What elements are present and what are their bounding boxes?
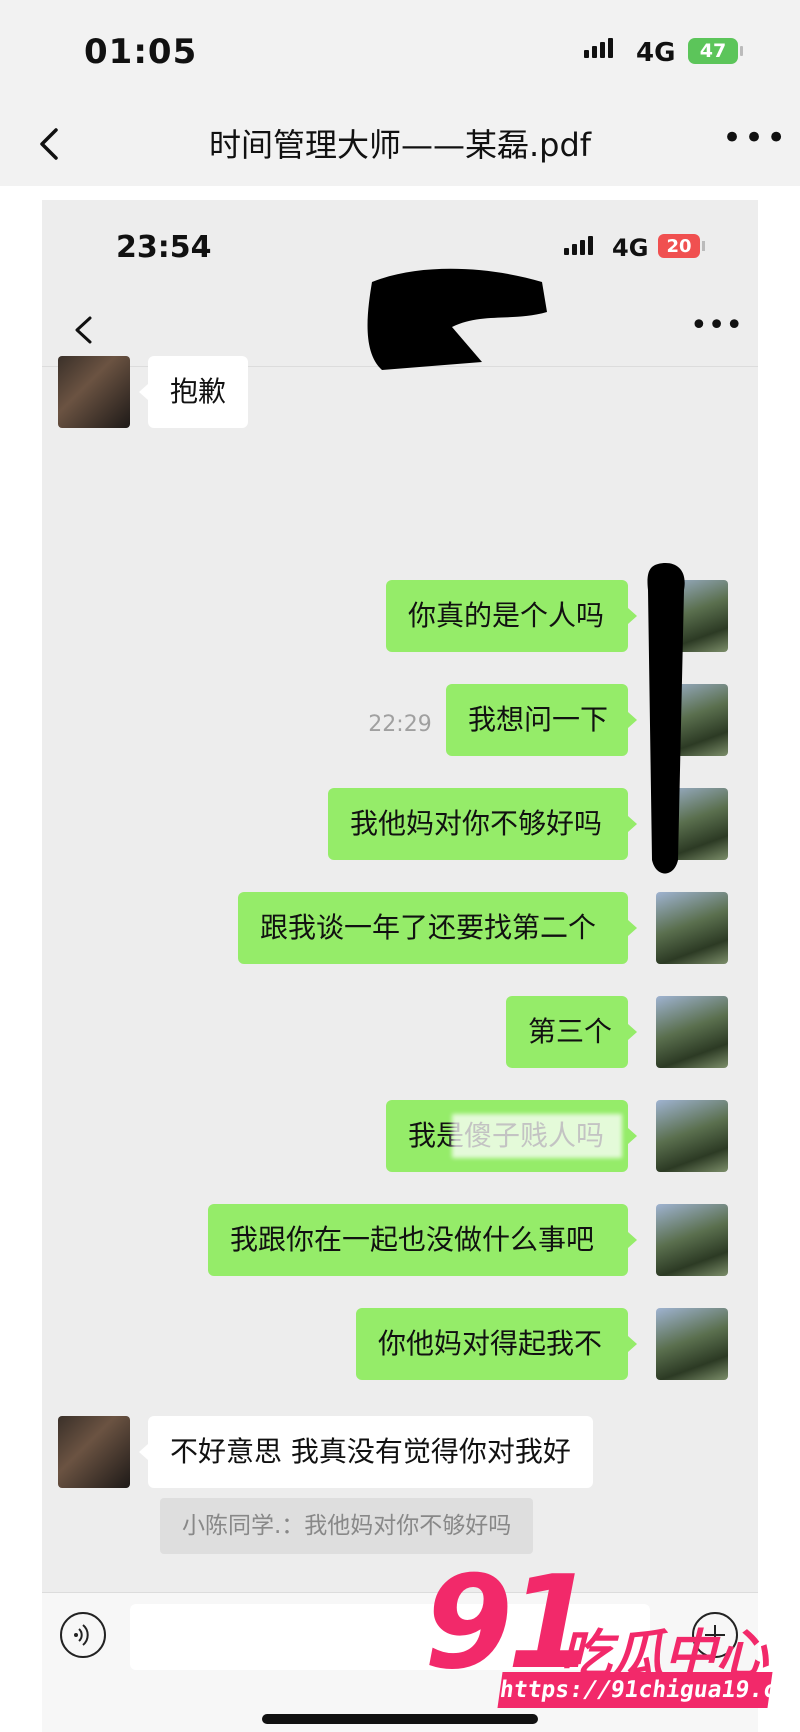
chat-back-button[interactable] (66, 308, 102, 352)
bubble-tail (628, 1024, 637, 1040)
bubble-tail (628, 712, 637, 728)
voice-icon (74, 1624, 89, 1646)
user-avatar[interactable] (656, 1100, 728, 1172)
home-indicator (262, 1714, 538, 1724)
bubble-tail (628, 920, 637, 936)
inner-battery-icon: 20 (658, 234, 700, 258)
sent-message[interactable]: 跟我谈一年了还要找第二个 (238, 892, 628, 964)
contact-avatar[interactable] (58, 1416, 130, 1488)
user-avatar[interactable] (656, 996, 728, 1068)
inner-status-time: 23:54 (116, 230, 212, 265)
sent-message[interactable]: 你他妈对得起我不 (356, 1308, 628, 1380)
sent-message[interactable]: 我跟你在一起也没做什么事吧 (208, 1204, 628, 1276)
user-avatar[interactable] (656, 892, 728, 964)
received-message[interactable]: 不好意思 我真没有觉得你对我好 (148, 1416, 593, 1488)
more-dots-icon: ••• (690, 308, 744, 343)
contact-avatar[interactable] (58, 356, 130, 428)
more-button[interactable]: ••• (722, 118, 786, 158)
inner-battery-level: 20 (666, 235, 692, 257)
battery-level: 47 (699, 40, 727, 62)
sent-message[interactable]: 第三个 (506, 996, 628, 1068)
received-message[interactable]: 抱歉 (148, 356, 249, 428)
user-avatar[interactable] (656, 1204, 728, 1276)
inner-battery-tip (702, 241, 705, 251)
document-title: 时间管理大师——某磊.pdf (208, 126, 592, 164)
bubble-tail (628, 1128, 637, 1144)
battery-tip (740, 46, 743, 56)
redaction-mark (647, 563, 685, 874)
battery-icon: 47 (688, 38, 738, 64)
quoted-message[interactable]: 小陈同学.：我他妈对你不够好吗 (160, 1498, 534, 1554)
voice-button[interactable] (60, 1612, 106, 1658)
signal-icon (584, 38, 613, 58)
blur-overlay (452, 1114, 622, 1158)
chevron-left-icon (40, 128, 58, 160)
sent-message[interactable]: 我想问一下 (446, 684, 628, 756)
sent-message[interactable]: 我他妈对你不够好吗 (328, 788, 628, 860)
sent-message[interactable]: 你真的是个人吗 (386, 580, 628, 652)
chat-more-button[interactable]: ••• (690, 306, 743, 346)
user-avatar[interactable] (656, 1308, 728, 1380)
network-label: 4G (636, 38, 676, 68)
bubble-tail (628, 1232, 637, 1248)
status-time: 01:05 (84, 32, 198, 72)
bubble-tail (139, 384, 148, 400)
watermark-url: https://91chigua19.com (497, 1672, 800, 1708)
inner-network-label: 4G (612, 234, 649, 262)
embedded-screenshot: 23:54 4G 20 ••• 抱歉 22:29 你真的是个人吗 我想问一下 我… (42, 200, 758, 1732)
redaction-scribble (367, 268, 547, 370)
bubble-tail (628, 816, 637, 832)
inner-signal-icon (564, 236, 593, 255)
bubble-tail (628, 1336, 637, 1352)
bubble-tail (628, 608, 637, 624)
more-dots-icon: ••• (722, 118, 789, 158)
back-button[interactable] (30, 118, 70, 168)
bubble-tail (139, 1444, 148, 1460)
chevron-left-icon (75, 316, 92, 344)
